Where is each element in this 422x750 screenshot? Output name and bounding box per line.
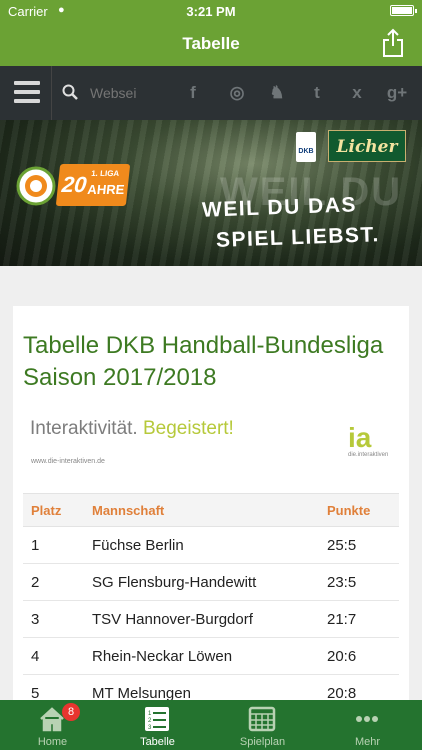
calendar-icon	[248, 706, 276, 732]
share-icon[interactable]	[382, 28, 404, 58]
header-platz: Platz	[31, 503, 62, 518]
list-icon: 1 2 3	[145, 707, 169, 731]
tab-label: Mehr	[354, 736, 381, 748]
table-card: Tabelle DKB Handball-Bundesliga Saison 2…	[13, 306, 409, 712]
row-platz: 4	[31, 648, 40, 665]
ad-accent-text: Begeistert!	[143, 418, 234, 439]
liga-label: 1. LIGA	[90, 169, 120, 178]
table-row[interactable]: 3 TSV Hannover-Burgdorf 21:7	[23, 601, 399, 638]
more-icon	[356, 716, 378, 722]
xing-icon[interactable]: x	[346, 83, 368, 103]
page-title: Tabelle	[182, 34, 240, 53]
battery-icon	[390, 5, 417, 16]
table-row[interactable]: 1 Füchse Berlin 25:5	[23, 527, 399, 564]
tab-label: Spielplan	[239, 736, 286, 748]
row-punkte: 20:6	[327, 648, 357, 665]
anniversary-number: 20	[60, 172, 88, 197]
row-platz: 2	[31, 574, 40, 591]
table-row[interactable]: 4 Rhein-Neckar Löwen 20:6	[23, 638, 399, 675]
google-plus-icon[interactable]: g+	[386, 83, 408, 103]
navigation-bar: Tabelle	[0, 22, 422, 66]
row-punkte: 23:5	[327, 574, 357, 591]
row-team: TSV Hannover-Burgdorf	[92, 611, 253, 628]
header-punkte: Punkte	[327, 503, 371, 518]
dkb-logo: DKB	[296, 132, 316, 162]
ia-logo: ia die.interaktiven	[348, 422, 394, 459]
table-header: Platz Mannschaft Punkte	[23, 493, 399, 527]
years-label: AHRE	[86, 182, 126, 197]
instagram-icon[interactable]: ◎	[226, 83, 248, 103]
notification-badge: 8	[62, 703, 80, 721]
status-bar: Carrier ● 3:21 PM	[0, 0, 422, 22]
content-area: Tabelle DKB Handball-Bundesliga Saison 2…	[0, 266, 422, 712]
row-punkte: 21:7	[327, 611, 357, 628]
tab-home[interactable]: 8 Home	[0, 700, 105, 750]
ia-logo-mark: ia	[348, 422, 372, 453]
tab-label: Tabelle	[140, 736, 175, 748]
licher-sponsor-logo: Licher	[328, 130, 406, 162]
row-punkte: 25:5	[327, 537, 357, 554]
youtube-icon[interactable]: ♞	[266, 83, 288, 103]
card-title: Tabelle DKB Handball-Bundesliga Saison 2…	[23, 332, 384, 391]
row-team: Füchse Berlin	[92, 537, 184, 554]
clock: 3:21 PM	[186, 4, 236, 19]
tab-bar: 8 Home 1 2 3 Tabelle Spielplan Mehr	[0, 700, 422, 750]
website-toolbar: f ◎ ♞ t x g+	[0, 66, 422, 120]
row-team: SG Flensburg-Handewitt	[92, 574, 257, 591]
hsg-club-logo	[16, 166, 56, 206]
row-platz: 3	[31, 611, 40, 628]
standings-table: Platz Mannschaft Punkte 1 Füchse Berlin …	[23, 493, 399, 712]
tab-tabelle[interactable]: 1 2 3 Tabelle	[105, 700, 210, 750]
header-mannschaft: Mannschaft	[92, 503, 165, 518]
toolbar-divider	[51, 66, 52, 120]
table-row[interactable]: 2 SG Flensburg-Handewitt 23:5	[23, 564, 399, 601]
twitter-icon[interactable]: t	[306, 83, 328, 103]
tab-mehr[interactable]: Mehr	[315, 700, 420, 750]
ad-banner[interactable]: Interaktivität. Begeistert!	[30, 418, 234, 440]
hamburger-menu-icon[interactable]	[14, 81, 40, 103]
search-input[interactable]	[90, 80, 158, 106]
ad-url: www.die-interaktiven.de	[31, 458, 105, 465]
search-icon[interactable]	[62, 84, 78, 100]
row-platz: 1	[31, 537, 40, 554]
ia-logo-sub: die.interaktiven	[348, 452, 389, 458]
anniversary-badge: 20 1. LIGA AHRE	[55, 164, 131, 206]
row-team: Rhein-Neckar Löwen	[92, 648, 233, 665]
ad-main-text: Interaktivität.	[30, 418, 138, 439]
tab-spielplan[interactable]: Spielplan	[210, 700, 315, 750]
facebook-icon[interactable]: f	[182, 83, 204, 103]
tab-label: Home	[37, 736, 68, 748]
